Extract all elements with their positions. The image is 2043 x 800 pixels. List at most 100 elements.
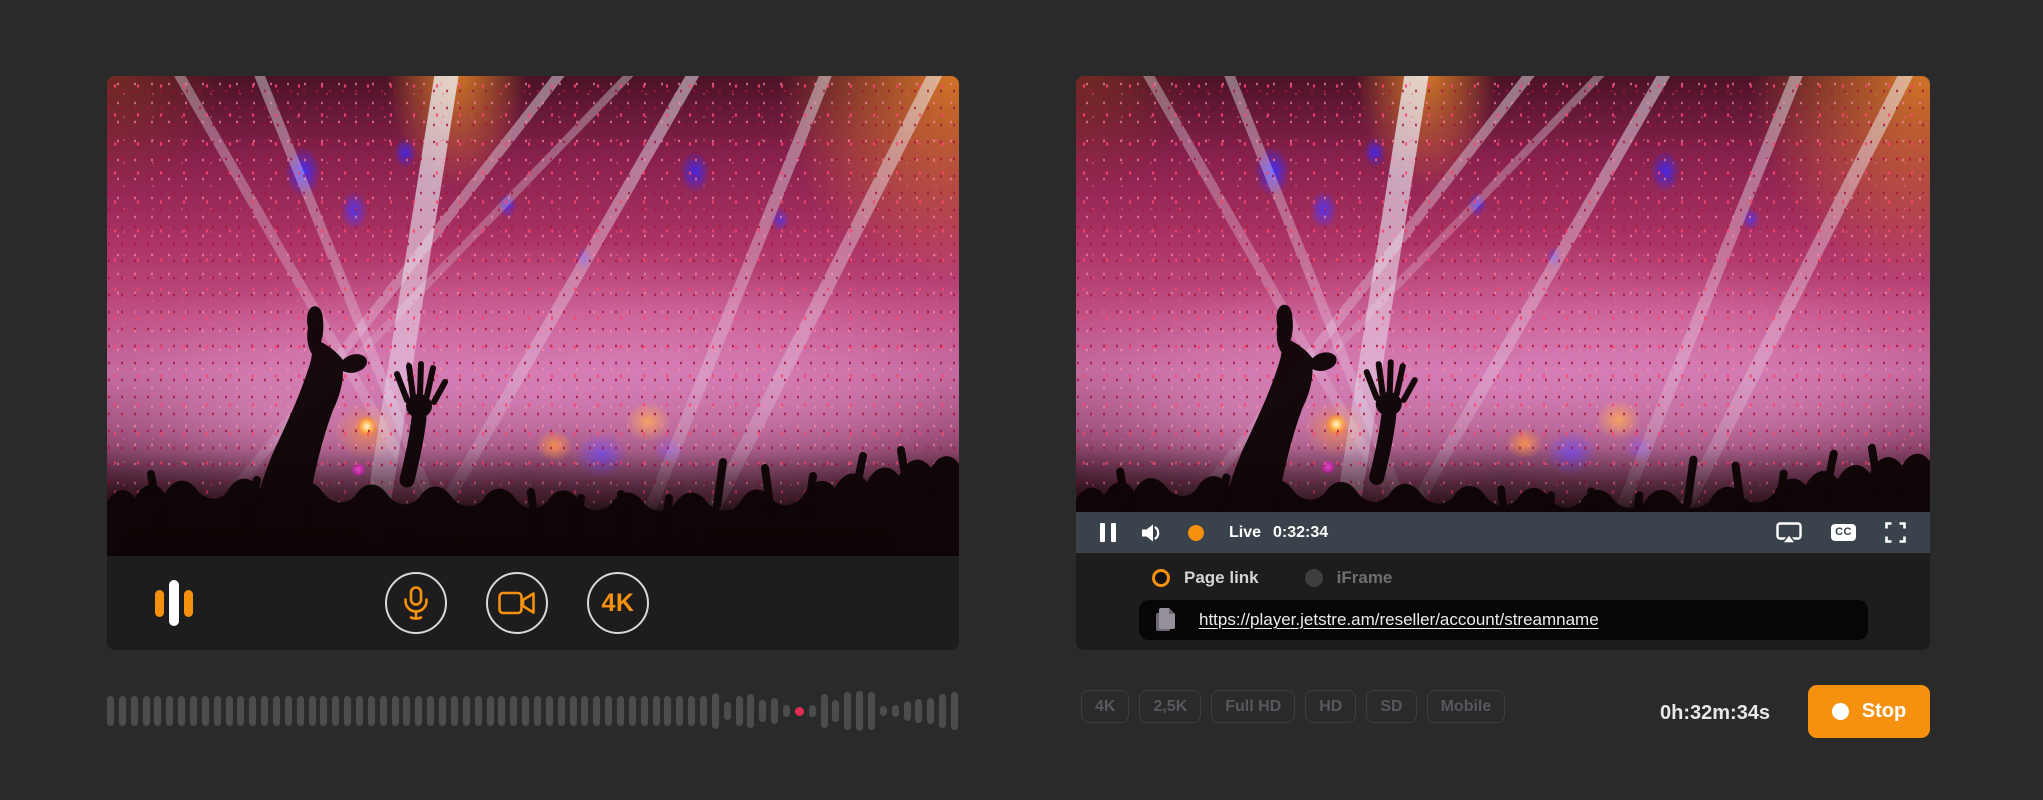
audio-waveform: [107, 689, 959, 733]
waveform-bar: [427, 696, 434, 726]
waveform-bar: [237, 696, 244, 726]
waveform-bar: [736, 696, 743, 726]
crowd-silhouette: [1076, 76, 1930, 553]
waveform-bar: [119, 696, 126, 726]
share-option-label: iFrame: [1337, 568, 1393, 588]
waveform-bar: [593, 696, 600, 726]
volume-button[interactable]: [1141, 523, 1163, 543]
waveform-bar: [880, 706, 887, 716]
quality-4k-button[interactable]: 4K: [587, 572, 649, 634]
waveform-bar: [558, 696, 565, 726]
preview-video: [107, 76, 959, 556]
waveform-bar: [249, 696, 256, 726]
waveform-bar: [463, 696, 470, 726]
radio-unselected-icon[interactable]: [1305, 569, 1323, 587]
waveform-bar: [309, 696, 316, 726]
waveform-bar: [821, 694, 828, 728]
waveform-bar: [143, 696, 150, 726]
quality-button-4k[interactable]: 4K: [1081, 690, 1129, 723]
waveform-bar: [202, 696, 209, 726]
live-player-panel: Live 0:32:34 CC: [1076, 76, 1930, 650]
waveform-bar: [498, 696, 505, 726]
live-label: Live: [1229, 524, 1261, 542]
waveform-bar: [320, 696, 327, 726]
waveform-bar: [546, 696, 553, 726]
quality-button-hd[interactable]: HD: [1305, 690, 1356, 723]
waveform-bar: [641, 696, 648, 726]
quality-button-full-hd[interactable]: Full HD: [1211, 690, 1295, 723]
capture-controls-bar: 4K: [107, 556, 959, 650]
microphone-button[interactable]: [385, 572, 447, 634]
waveform-position-dot: [795, 707, 804, 716]
waveform-bar: [226, 696, 233, 726]
closed-captions-button[interactable]: CC: [1831, 524, 1856, 541]
waveform-bar: [747, 694, 754, 728]
waveform-bar: [771, 698, 778, 724]
waveform-bar: [581, 696, 588, 726]
waveform-bar: [605, 696, 612, 726]
waveform-bar: [939, 694, 946, 728]
waveform-bar: [809, 705, 816, 717]
share-option-label: Page link: [1184, 568, 1259, 588]
waveform-bar: [107, 696, 114, 726]
waveform-bar: [356, 696, 363, 726]
waveform-bar: [832, 700, 839, 722]
waveform-bar: [712, 693, 719, 729]
share-option-iframe[interactable]: iFrame: [1305, 568, 1393, 588]
waveform-bar: [415, 696, 422, 726]
waveform-bar: [783, 705, 790, 717]
waveform-bar: [380, 696, 387, 726]
waveform-bar: [664, 696, 671, 726]
quality-button-2-5k[interactable]: 2,5K: [1139, 690, 1201, 723]
waveform-bar: [700, 696, 707, 726]
quality-4k-label: 4K: [602, 589, 635, 618]
live-player: Live 0:32:34 CC: [1076, 76, 1930, 553]
recording-indicator-dot: [1188, 525, 1204, 541]
microphone-icon: [403, 586, 429, 620]
radio-selected-icon[interactable]: [1152, 569, 1170, 587]
waveform-bar: [927, 698, 934, 724]
fullscreen-button[interactable]: [1885, 522, 1906, 543]
waveform-bar: [154, 696, 161, 726]
waveform-bar: [904, 701, 911, 721]
video-camera-icon: [498, 590, 536, 616]
waveform-bar: [166, 696, 173, 726]
waveform-bar: [653, 696, 660, 726]
waveform-bar: [214, 696, 221, 726]
stop-button[interactable]: Stop: [1808, 685, 1930, 738]
camera-button[interactable]: [486, 572, 548, 634]
waveform-bar: [844, 692, 851, 730]
waveform-bar: [915, 699, 922, 723]
stream-time: 0:32:34: [1273, 524, 1328, 542]
waveform-bar: [261, 696, 268, 726]
stop-label: Stop: [1862, 700, 1906, 723]
waveform-bar: [724, 702, 731, 720]
waveform-bar: [688, 696, 695, 726]
waveform-bar: [297, 696, 304, 726]
waveform-bar: [856, 691, 863, 731]
pause-button[interactable]: [1100, 523, 1116, 542]
waveform-bar: [131, 696, 138, 726]
waveform-bar: [273, 696, 280, 726]
waveform-bar: [475, 696, 482, 726]
stop-dot-icon: [1832, 703, 1849, 720]
preview-panel: 4K: [107, 76, 959, 650]
quality-button-mobile[interactable]: Mobile: [1427, 690, 1506, 723]
crowd-silhouette: [107, 76, 959, 556]
waveform-bar: [344, 696, 351, 726]
waveform-bar: [617, 696, 624, 726]
quality-options: 4K 2,5K Full HD HD SD Mobile: [1081, 690, 1505, 723]
copy-icon[interactable]: [1155, 607, 1177, 633]
waveform-bar: [439, 696, 446, 726]
waveform-bar: [403, 696, 410, 726]
waveform-bar: [868, 692, 875, 730]
waveform-bar: [629, 696, 636, 726]
waveform-bar: [951, 692, 958, 730]
quality-button-sd[interactable]: SD: [1366, 690, 1416, 723]
stream-url-link[interactable]: https://player.jetstre.am/reseller/accou…: [1199, 610, 1599, 630]
player-control-bar: Live 0:32:34 CC: [1076, 512, 1930, 553]
airplay-icon[interactable]: [1776, 522, 1802, 544]
share-option-page-link[interactable]: Page link: [1152, 568, 1259, 588]
waveform-bar: [534, 696, 541, 726]
elapsed-time: 0h:32m:34s: [1660, 702, 1762, 725]
